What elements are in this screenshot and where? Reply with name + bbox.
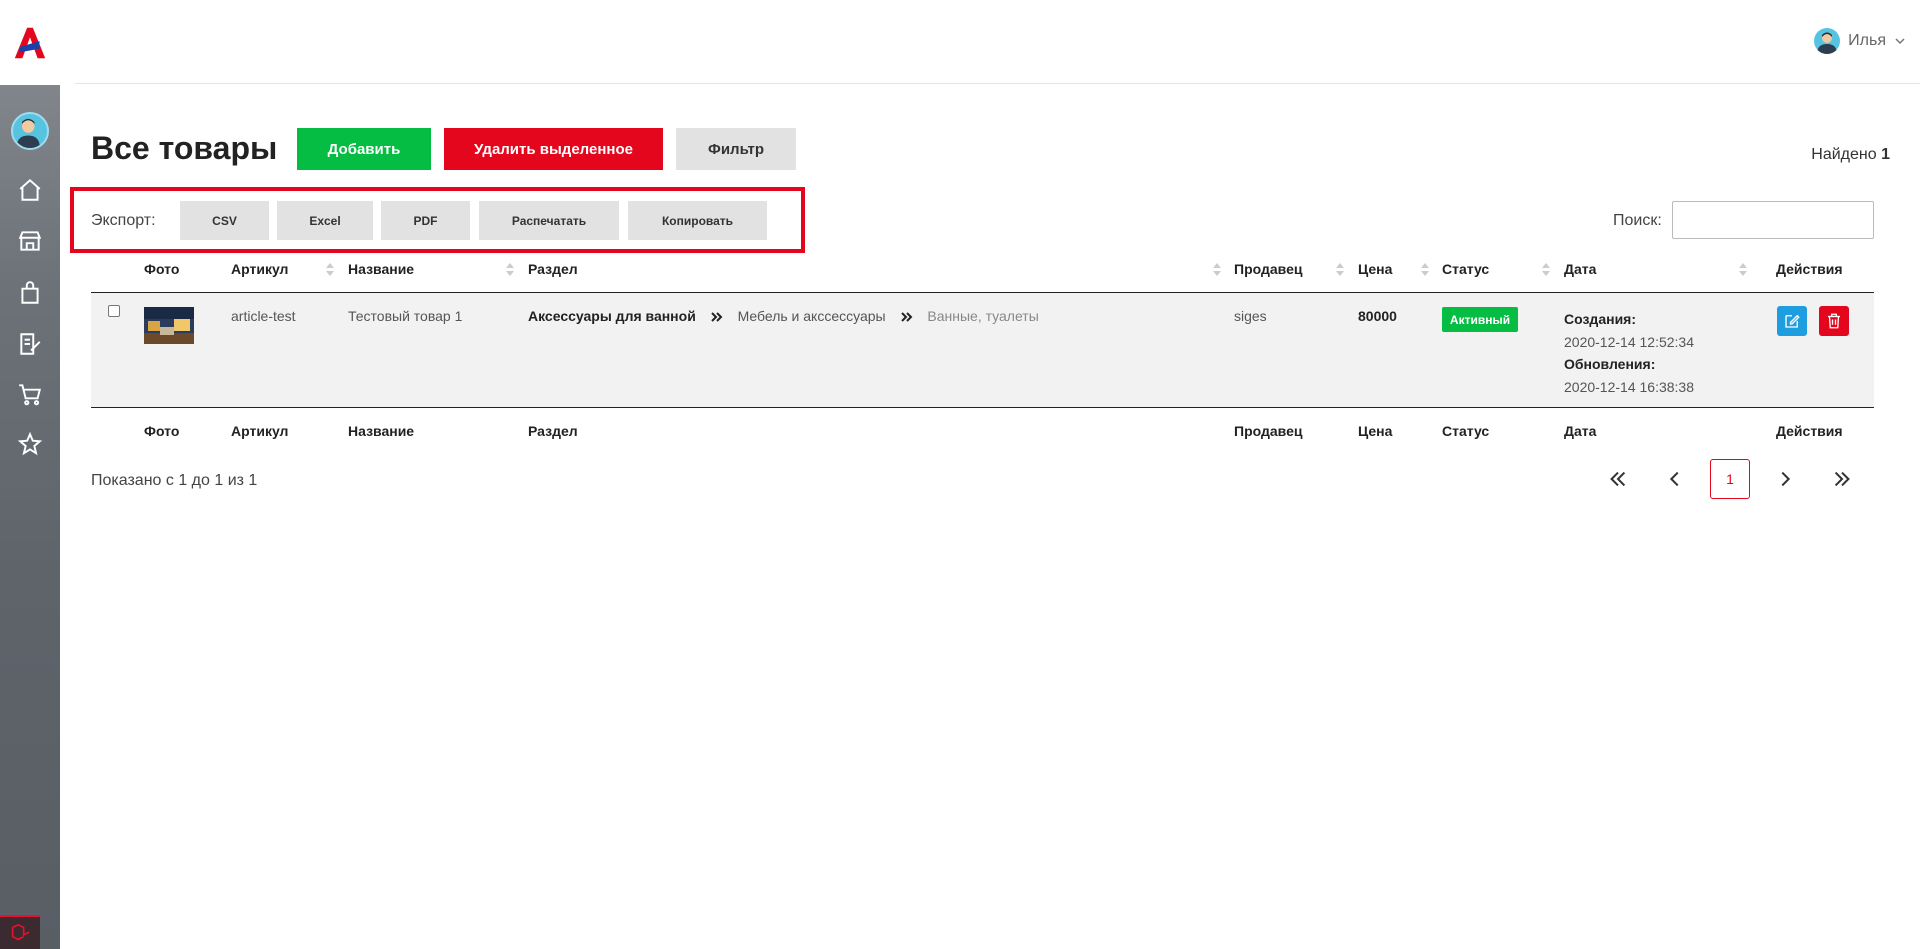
search-label: Поиск: [1613, 212, 1662, 229]
found-count: Найдено 1 [1811, 146, 1890, 164]
home-icon[interactable] [16, 176, 44, 204]
export-csv-button[interactable]: CSV [180, 201, 269, 240]
section-crumb-1[interactable]: Аксессуары для ванной [528, 308, 696, 324]
row-seller: siges [1234, 308, 1267, 324]
star-icon[interactable] [16, 430, 44, 458]
delete-button[interactable] [1819, 306, 1849, 336]
export-copy-button[interactable]: Копировать [628, 201, 767, 240]
column-header-article[interactable]: Артикул [231, 261, 288, 277]
chevron-down-icon [1895, 38, 1905, 45]
add-button[interactable]: Добавить [297, 128, 431, 170]
export-print-button[interactable]: Распечатать [479, 201, 619, 240]
footer-seller: Продавец [1234, 423, 1303, 439]
export-pdf-button[interactable]: PDF [381, 201, 470, 240]
column-header-date[interactable]: Дата [1564, 261, 1596, 277]
row-price: 80000 [1358, 308, 1397, 324]
chevron-right-icon [1781, 471, 1791, 487]
sort-icon[interactable] [326, 263, 334, 277]
sort-icon[interactable] [1739, 263, 1747, 277]
footer-price: Цена [1358, 423, 1393, 439]
sort-icon[interactable] [1213, 263, 1221, 277]
sidebar [0, 0, 60, 949]
filter-button[interactable]: Фильтр [676, 128, 796, 170]
sort-icon[interactable] [1336, 263, 1344, 277]
first-page-button[interactable] [1598, 459, 1638, 499]
column-header-price[interactable]: Цена [1358, 261, 1392, 277]
row-name: Тестовый товар 1 [348, 308, 463, 324]
user-name: Илья [1848, 32, 1886, 49]
edit-document-icon[interactable] [16, 330, 44, 358]
row-checkbox[interactable] [108, 305, 120, 317]
row-dates: Создания: 2020-12-14 12:52:34 Обновления… [1564, 308, 1694, 398]
column-header-seller[interactable]: Продавец [1234, 261, 1302, 277]
row-article: article-test [231, 308, 296, 324]
found-number: 1 [1881, 146, 1890, 163]
search-input[interactable] [1672, 201, 1874, 239]
user-avatar [1814, 28, 1841, 54]
topbar: Илья [75, 0, 1920, 84]
double-chevron-right-icon [710, 312, 723, 323]
edit-button[interactable] [1777, 306, 1807, 336]
double-chevron-right-icon [900, 312, 912, 323]
page-title: Все товары [91, 130, 278, 166]
laravel-icon[interactable] [0, 915, 40, 949]
next-page-button[interactable] [1765, 459, 1805, 499]
footer-photo: Фото [144, 423, 180, 439]
footer-section: Раздел [528, 423, 578, 439]
store-icon[interactable] [16, 227, 44, 255]
footer-name: Название [348, 423, 415, 439]
updated-label: Обновления: [1564, 356, 1656, 372]
section-crumb-2[interactable]: Мебель и акссессуары [738, 308, 886, 324]
column-header-actions: Действия [1776, 261, 1843, 277]
edit-icon [1785, 314, 1800, 328]
created-label: Создания: [1564, 311, 1637, 327]
footer-date: Дата [1564, 423, 1597, 439]
found-label: Найдено [1811, 146, 1877, 163]
row-section: Аксессуары для ванной Мебель и акссессуа… [528, 308, 1039, 324]
delete-selected-button[interactable]: Удалить выделенное [444, 128, 663, 170]
sidebar-avatar[interactable] [11, 112, 49, 150]
export-excel-button[interactable]: Excel [277, 201, 373, 240]
pagination-info: Показано с 1 до 1 из 1 [91, 472, 258, 489]
sort-icon[interactable] [1421, 263, 1429, 277]
export-label: Экспорт: [91, 212, 156, 229]
section-crumb-3[interactable]: Ванные, туалеты [927, 308, 1038, 324]
page-button-current[interactable]: 1 [1710, 459, 1750, 499]
logo[interactable] [0, 0, 60, 85]
double-chevron-right-icon [1834, 471, 1850, 487]
column-header-status[interactable]: Статус [1442, 261, 1489, 277]
prev-page-button[interactable] [1655, 459, 1695, 499]
trash-icon [1828, 313, 1840, 329]
cart-icon[interactable] [16, 380, 44, 408]
sort-icon[interactable] [506, 263, 514, 277]
status-badge: Активный [1442, 307, 1518, 332]
chevron-left-icon [1669, 471, 1679, 487]
column-header-name[interactable]: Название [348, 261, 414, 277]
shopping-bag-icon[interactable] [16, 279, 44, 307]
product-photo[interactable] [144, 307, 194, 344]
footer-article: Артикул [231, 423, 289, 439]
last-page-button[interactable] [1822, 459, 1862, 499]
updated-date: 2020-12-14 16:38:38 [1564, 378, 1694, 395]
column-header-section[interactable]: Раздел [528, 261, 578, 277]
user-menu[interactable]: Илья [1814, 28, 1906, 54]
logo-icon [14, 27, 46, 58]
footer-actions: Действия [1776, 423, 1843, 439]
column-header-photo: Фото [144, 261, 180, 277]
footer-status: Статус [1442, 423, 1490, 439]
created-date: 2020-12-14 12:52:34 [1564, 333, 1694, 350]
double-chevron-left-icon [1610, 471, 1626, 487]
sort-icon[interactable] [1542, 263, 1550, 277]
table-row-divider [91, 407, 1874, 408]
